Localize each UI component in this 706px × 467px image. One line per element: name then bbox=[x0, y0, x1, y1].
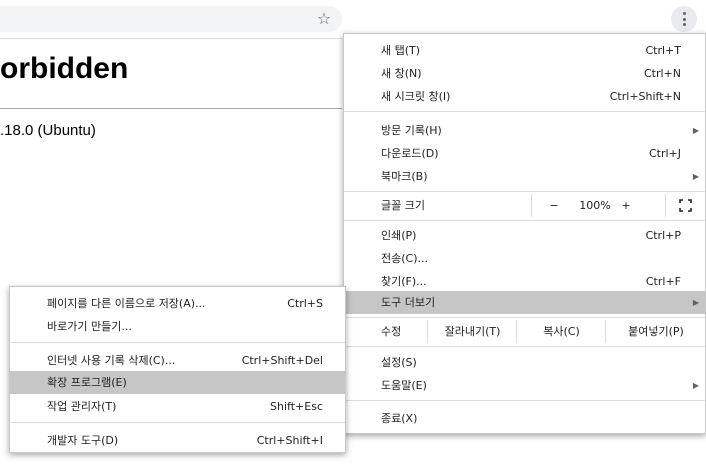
menu-item-label: 페이지를 다른 이름으로 저장(A)... bbox=[47, 297, 206, 310]
menu-separator bbox=[344, 220, 705, 221]
menu-item-shortcut: Ctrl+N bbox=[643, 67, 681, 80]
zoom-in-button[interactable]: + bbox=[619, 194, 633, 217]
menu-item-label: 확장 프로그램(E) bbox=[47, 376, 127, 389]
zoom-label: 글꼴 크기 bbox=[381, 199, 425, 212]
chevron-right-icon: ▶ bbox=[692, 172, 699, 181]
menu-separator bbox=[10, 342, 345, 343]
menu-item-create-shortcut[interactable]: 바로가기 만들기... bbox=[10, 315, 345, 338]
menu-separator bbox=[344, 111, 705, 112]
chevron-right-icon: ▶ bbox=[692, 298, 699, 307]
menu-item-shortcut: Ctrl+J bbox=[648, 147, 681, 160]
zoom-level: 100% bbox=[579, 199, 611, 212]
menu-item-shortcut: Ctrl+Shift+Del bbox=[241, 354, 323, 367]
menu-item-new-tab[interactable]: 새 탭(T) Ctrl+T bbox=[344, 39, 705, 62]
edit-label: 수정 bbox=[381, 325, 402, 338]
menu-item-shortcut: Ctrl+P bbox=[645, 229, 681, 242]
cut-button[interactable]: 잘라내기(T) bbox=[427, 320, 517, 343]
menu-item-label: 다운로드(D) bbox=[381, 147, 439, 160]
zoom-controls: − 100% + bbox=[531, 194, 706, 217]
menu-item-downloads[interactable]: 다운로드(D) Ctrl+J bbox=[344, 142, 705, 165]
menu-item-label: 종료(X) bbox=[381, 412, 418, 425]
menu-item-label: 도구 더보기 bbox=[381, 296, 436, 309]
menu-separator bbox=[344, 191, 705, 192]
menu-item-shortcut: Ctrl+S bbox=[287, 297, 323, 310]
menu-separator bbox=[344, 400, 705, 401]
more-tools-submenu: 페이지를 다른 이름으로 저장(A)... Ctrl+S 바로가기 만들기...… bbox=[9, 286, 346, 453]
menu-separator bbox=[344, 346, 705, 347]
menu-item-help[interactable]: 도움말(E) ▶ bbox=[344, 374, 705, 397]
chevron-right-icon: ▶ bbox=[692, 126, 699, 135]
address-bar[interactable] bbox=[0, 6, 342, 32]
menu-item-shortcut: Ctrl+F bbox=[645, 275, 681, 288]
server-signature: .18.0 (Ubuntu) bbox=[0, 122, 96, 139]
menu-item-label: 도움말(E) bbox=[381, 379, 427, 392]
menu-edit-row: 수정 잘라내기(T) 복사(C) 붙여넣기(P) bbox=[344, 320, 705, 343]
fullscreen-icon[interactable] bbox=[665, 194, 706, 217]
menu-item-new-window[interactable]: 새 창(N) Ctrl+N bbox=[344, 62, 705, 85]
menu-item-label: 인터넷 사용 기록 삭제(C)... bbox=[47, 354, 176, 367]
menu-item-bookmarks[interactable]: 북마크(B) ▶ bbox=[344, 165, 705, 188]
bookmark-star-icon[interactable]: ☆ bbox=[313, 8, 335, 30]
page-divider bbox=[0, 108, 342, 109]
menu-item-label: 작업 관리자(T) bbox=[47, 400, 117, 413]
menu-item-label: 개발자 도구(D) bbox=[47, 434, 119, 447]
more-menu-icon[interactable] bbox=[671, 6, 697, 32]
menu-item-label: 전송(C)... bbox=[381, 252, 428, 265]
menu-zoom-row: 글꼴 크기 − 100% + bbox=[344, 194, 705, 217]
menu-item-shortcut: Ctrl+T bbox=[645, 44, 681, 57]
menu-item-print[interactable]: 인쇄(P) Ctrl+P bbox=[344, 224, 705, 247]
menu-item-label: 찾기(F)... bbox=[381, 275, 427, 288]
menu-item-history[interactable]: 방문 기록(H) ▶ bbox=[344, 119, 705, 142]
paste-button[interactable]: 붙여넣기(P) bbox=[605, 320, 706, 343]
menu-item-shortcut: Shift+Esc bbox=[270, 400, 323, 413]
menu-item-settings[interactable]: 설정(S) bbox=[344, 351, 705, 374]
menu-item-new-incognito[interactable]: 새 시크릿 창(I) Ctrl+Shift+N bbox=[344, 85, 705, 108]
menu-item-extensions[interactable]: 확장 프로그램(E) bbox=[10, 371, 345, 394]
menu-item-task-manager[interactable]: 작업 관리자(T) Shift+Esc bbox=[10, 395, 345, 418]
menu-item-label: 설정(S) bbox=[381, 356, 417, 369]
menu-item-shortcut: Ctrl+Shift+N bbox=[609, 90, 681, 103]
menu-item-save-page[interactable]: 페이지를 다른 이름으로 저장(A)... Ctrl+S bbox=[10, 292, 345, 315]
chevron-right-icon: ▶ bbox=[692, 381, 699, 390]
menu-item-label: 북마크(B) bbox=[381, 170, 428, 183]
menu-item-find[interactable]: 찾기(F)... Ctrl+F bbox=[344, 270, 705, 293]
menu-separator bbox=[344, 317, 705, 318]
menu-item-label: 새 탭(T) bbox=[381, 44, 421, 57]
chrome-main-menu: 새 탭(T) Ctrl+T 새 창(N) Ctrl+N 새 시크릿 창(I) C… bbox=[343, 33, 706, 434]
menu-item-label: 새 시크릿 창(I) bbox=[381, 90, 451, 103]
menu-item-developer-tools[interactable]: 개발자 도구(D) Ctrl+Shift+I bbox=[10, 429, 345, 452]
menu-item-label: 새 창(N) bbox=[381, 67, 422, 80]
menu-item-label: 바로가기 만들기... bbox=[47, 320, 132, 333]
menu-item-label: 방문 기록(H) bbox=[381, 124, 442, 137]
menu-item-label: 인쇄(P) bbox=[381, 229, 417, 242]
menu-item-more-tools[interactable]: 도구 더보기 ▶ bbox=[344, 291, 705, 314]
menu-item-clear-browsing[interactable]: 인터넷 사용 기록 삭제(C)... Ctrl+Shift+Del bbox=[10, 349, 345, 372]
zoom-out-button[interactable]: − bbox=[547, 194, 561, 217]
menu-item-shortcut: Ctrl+Shift+I bbox=[256, 434, 323, 447]
menu-item-cast[interactable]: 전송(C)... bbox=[344, 247, 705, 270]
page-title: orbidden bbox=[0, 52, 129, 85]
copy-button[interactable]: 복사(C) bbox=[516, 320, 606, 343]
menu-item-exit[interactable]: 종료(X) bbox=[344, 407, 705, 430]
menu-separator bbox=[10, 422, 345, 423]
